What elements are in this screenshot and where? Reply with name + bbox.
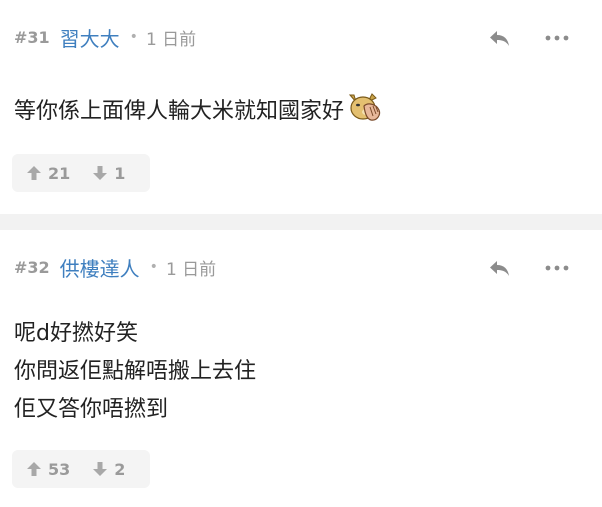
separator-dot: • <box>129 29 138 45</box>
more-dots-icon <box>545 265 569 271</box>
arrow-down-icon <box>93 166 108 180</box>
post-31: #31 習大大 • 1 日前 等你係上面俾人輪大米就知國家好 21 1 <box>0 0 602 214</box>
reply-button[interactable] <box>486 254 514 282</box>
separator-dot: • <box>149 259 158 275</box>
post-header: #31 習大大 • 1 日前 <box>14 22 196 52</box>
reply-icon <box>490 261 509 276</box>
content-text: 等你係上面俾人輪大米就知國家好 <box>14 99 345 124</box>
post-content: 等你係上面俾人輪大米就知國家好 <box>14 92 384 137</box>
arrow-up-icon <box>27 166 41 180</box>
upvote-count: 21 <box>48 163 71 183</box>
post-time: 1 日前 <box>165 259 217 280</box>
arrow-up-icon <box>27 462 41 476</box>
post-number: #31 <box>14 27 50 47</box>
more-dots-icon <box>545 35 569 41</box>
more-options-button[interactable] <box>542 24 572 52</box>
content-line: 你問返佢點解唔搬上去住 <box>14 359 257 384</box>
upvote-count: 53 <box>48 459 71 479</box>
reply-icon <box>490 31 509 46</box>
upvote-button[interactable]: 21 <box>26 164 70 183</box>
downvote-count: 1 <box>114 163 126 183</box>
facepalm-dog-icon <box>346 92 384 137</box>
content-line: 佢又答你唔撚到 <box>14 397 169 422</box>
downvote-count: 2 <box>114 459 126 479</box>
username-link[interactable]: 習大大 <box>60 23 120 52</box>
reply-button[interactable] <box>486 24 514 52</box>
post-number: #32 <box>14 257 50 277</box>
vote-bar: 53 2 <box>12 450 150 488</box>
content-line: 呢d好撚好笑 <box>14 321 138 346</box>
post-time: 1 日前 <box>145 29 197 50</box>
content-line: 等你係上面俾人輪大米就知國家好 <box>14 92 384 137</box>
downvote-button[interactable]: 1 <box>92 164 125 183</box>
post-divider <box>0 214 602 230</box>
username-link[interactable]: 供樓達人 <box>60 253 140 282</box>
post-32: #32 供樓達人 • 1 日前 呢d好撚好笑 你問返佢點解唔搬上去住 佢又答你唔… <box>0 230 602 507</box>
more-options-button[interactable] <box>542 254 572 282</box>
post-header: #32 供樓達人 • 1 日前 <box>14 252 216 282</box>
vote-bar: 21 1 <box>12 154 150 192</box>
downvote-button[interactable]: 2 <box>92 460 125 479</box>
arrow-down-icon <box>93 462 108 476</box>
post-content: 呢d好撚好笑 你問返佢點解唔搬上去住 佢又答你唔撚到 <box>14 315 256 429</box>
upvote-button[interactable]: 53 <box>26 460 70 479</box>
